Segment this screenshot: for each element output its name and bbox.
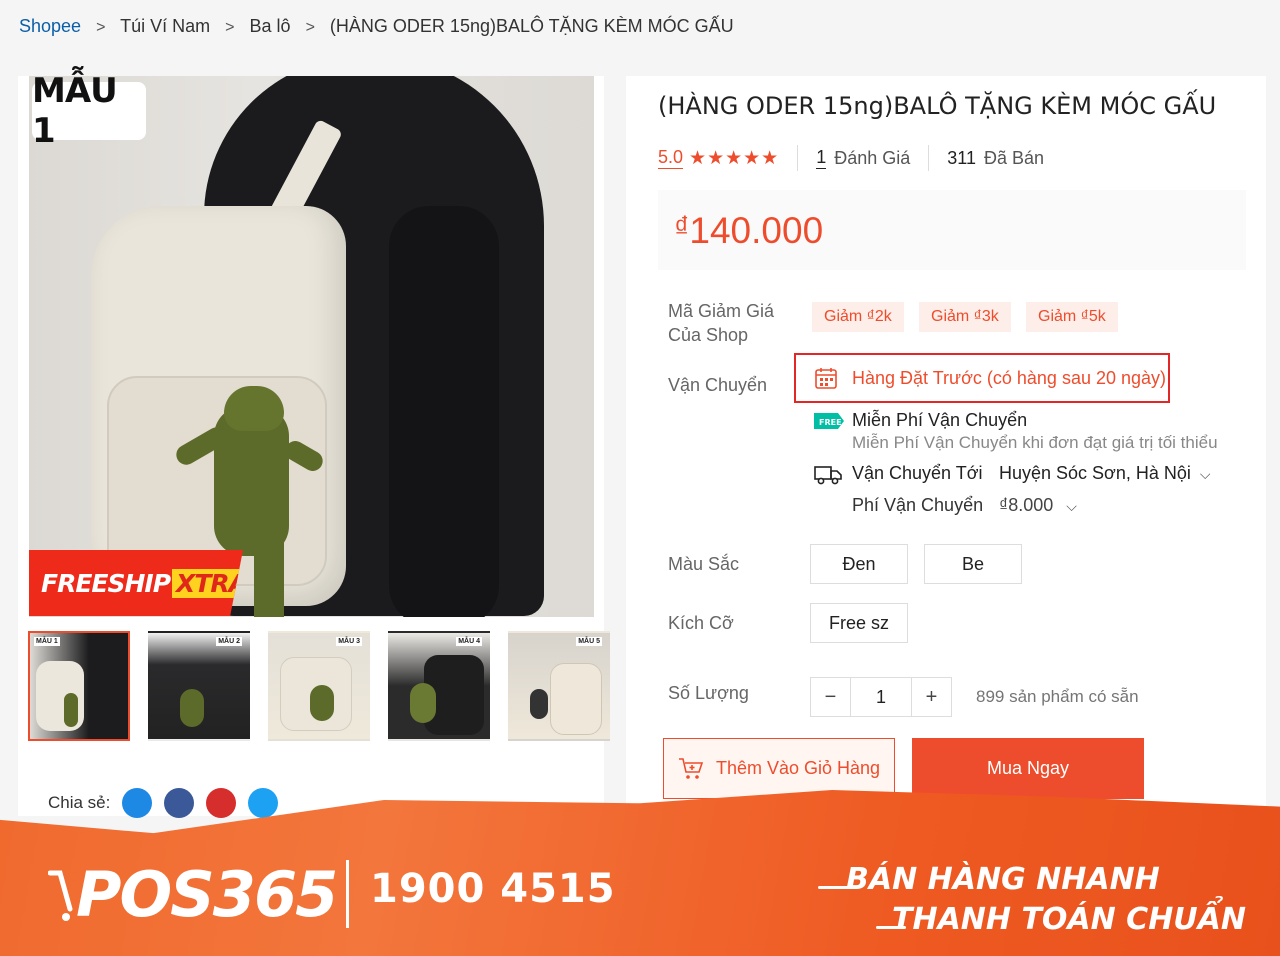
pos365-logo-text: POS365: [76, 858, 338, 931]
color-label: Màu Sắc: [668, 554, 740, 574]
slogan-line-1: BÁN HÀNG NHANH: [846, 862, 1160, 897]
freeship-xtra-badge: FREESHIP XTRA: [29, 550, 243, 616]
price-value: 140.000: [689, 210, 824, 251]
calendar-icon: [815, 368, 837, 389]
thumbnail-keychain-shape: [310, 685, 334, 721]
quantity-stepper: − 1 +: [810, 677, 952, 717]
shipping-fee-label: Phí Vận Chuyển: [852, 495, 984, 515]
sold-count: 311: [947, 147, 976, 168]
buy-now-button[interactable]: Mua Ngay: [912, 738, 1144, 799]
shipping-to-value: Huyện Sóc Sơn, Hà Nội: [999, 463, 1191, 483]
color-option-beige[interactable]: Be: [924, 544, 1022, 584]
thumbnail-3[interactable]: MẪU 3: [268, 631, 370, 741]
voucher-3k[interactable]: Giảm ₫3k: [919, 302, 1011, 332]
thumbnail-keychain-shape: [180, 689, 204, 727]
divider: [797, 145, 799, 171]
size-label: Kích Cỡ: [668, 613, 734, 633]
model-arm: [389, 206, 499, 617]
thumbnail-label: MẪU 3: [336, 637, 362, 646]
review-count[interactable]: 1: [816, 147, 827, 169]
breadcrumb-item-subcategory[interactable]: Ba lô: [250, 16, 291, 36]
breadcrumb-separator: >: [305, 19, 315, 36]
thumbnail-label: MẪU 4: [456, 637, 482, 646]
shipping-to-selector[interactable]: Huyện Sóc Sơn, Hà Nội ⌵: [999, 463, 1211, 484]
variant-tag: MẪU 1: [32, 71, 146, 151]
hotline-number: 1900 4515: [370, 866, 616, 912]
free-shipping-icon: FREE: [814, 413, 844, 429]
preorder-notice: Hàng Đặt Trước (có hàng sau 20 ngày): [794, 353, 1170, 403]
shipping-fee-value: ₫8.000: [999, 495, 1054, 515]
shipping-fee-selector[interactable]: ₫8.000 ⌵: [999, 495, 1077, 516]
add-to-cart-button[interactable]: Thêm Vào Giỏ Hàng: [663, 738, 895, 799]
thumbnail-keychain-shape: [530, 689, 548, 719]
shipping-to-label: Vận Chuyển Tới: [852, 463, 983, 483]
thumbnail-strip: MẪU 1 MẪU 2 MẪU 3 MẪU 4 MẪU 5: [28, 631, 610, 741]
review-label: Đánh Giá: [834, 147, 911, 168]
product-price: ₫140.000: [674, 210, 823, 252]
size-option-free[interactable]: Free sz: [810, 603, 908, 643]
cart-icon: [678, 757, 704, 779]
breadcrumb-separator: >: [96, 19, 106, 36]
thumbnail-1[interactable]: MẪU 1: [28, 631, 130, 741]
shipping-label: Vận Chuyển: [668, 375, 768, 395]
decrease-button[interactable]: −: [811, 678, 850, 716]
currency-symbol: ₫: [674, 211, 690, 244]
chevron-down-icon: ⌵: [1199, 466, 1211, 482]
breadcrumb-item-current: (HÀNG ODER 15ng)BALÔ TẶNG KÈM MÓC GẤU: [329, 16, 734, 36]
voucher-label-line1: Mã Giảm Giá: [668, 301, 775, 321]
breadcrumb-item-shopee[interactable]: Shopee: [19, 16, 81, 36]
voucher-label: Mã Giảm Giá Của Shop: [668, 299, 774, 347]
keychain-leg: [254, 526, 284, 617]
quantity-label: Số Lượng: [668, 683, 749, 703]
banner-divider: [346, 860, 349, 928]
facebook-icon[interactable]: [164, 788, 195, 818]
share-label: Chia sẻ:: [48, 793, 111, 812]
thumbnail-4[interactable]: MẪU 4: [388, 631, 490, 741]
product-main-image[interactable]: [29, 76, 594, 617]
rating-row: 5.0 ★★★★★ 1 Đánh Giá 311 Đã Bán: [658, 145, 1044, 171]
pos365-logo: POS365: [48, 858, 338, 931]
chevron-down-icon: ⌵: [1066, 498, 1077, 514]
product-title: (HÀNG ODER 15ng)BALÔ TẶNG KÈM MÓC GẤU: [658, 92, 1217, 120]
thumbnail-keychain-shape: [410, 683, 436, 723]
thumbnail-2[interactable]: MẪU 2: [148, 631, 250, 741]
breadcrumb-separator: >: [225, 19, 235, 36]
thumbnail-5[interactable]: MẪU 5: [508, 631, 610, 741]
add-to-cart-label: Thêm Vào Giỏ Hàng: [715, 758, 881, 778]
voucher-label-line2: Của Shop: [668, 325, 749, 345]
share-row: Chia sẻ:: [48, 788, 279, 818]
preorder-text: Hàng Đặt Trước (có hàng sau 20 ngày): [852, 367, 1167, 388]
free-badge-text: FREE: [819, 418, 842, 427]
slogan-line-2: THANH TOÁN CHUẨN: [892, 902, 1246, 937]
thumbnail-keychain-shape: [64, 693, 78, 727]
price-box: ₫140.000: [658, 190, 1246, 270]
breadcrumb: Shopee > Túi Ví Nam > Ba lô > (HÀNG ODER…: [19, 16, 734, 37]
rating-score[interactable]: 5.0: [658, 147, 684, 169]
star-rating-icon: ★★★★★: [689, 147, 780, 169]
breadcrumb-item-category[interactable]: Túi Ví Nam: [120, 16, 210, 36]
twitter-icon[interactable]: [248, 788, 279, 818]
truck-icon: [814, 466, 842, 485]
color-option-black[interactable]: Đen: [810, 544, 908, 584]
increase-button[interactable]: +: [912, 678, 951, 716]
stock-available: 899 sản phẩm có sẵn: [976, 687, 1139, 706]
thumbnail-label: MẪU 1: [34, 637, 60, 646]
divider: [928, 145, 930, 171]
sold-label: Đã Bán: [983, 147, 1045, 168]
voucher-5k[interactable]: Giảm ₫5k: [1026, 302, 1118, 332]
free-shipping-desc: Miễn Phí Vận Chuyển khi đơn đạt giá trị …: [852, 433, 1218, 452]
quantity-input[interactable]: 1: [850, 678, 912, 716]
messenger-icon[interactable]: [122, 788, 153, 818]
pinterest-icon[interactable]: [206, 788, 237, 818]
freeship-label: FREESHIP: [41, 568, 171, 598]
thumbnail-bag-shape: [550, 663, 602, 735]
thumbnail-label: MẪU 5: [576, 637, 602, 646]
keychain-head: [224, 386, 284, 431]
free-shipping-title: Miễn Phí Vận Chuyển: [852, 410, 1028, 430]
thumbnail-label: MẪU 2: [216, 637, 242, 646]
voucher-2k[interactable]: Giảm ₫2k: [812, 302, 904, 332]
